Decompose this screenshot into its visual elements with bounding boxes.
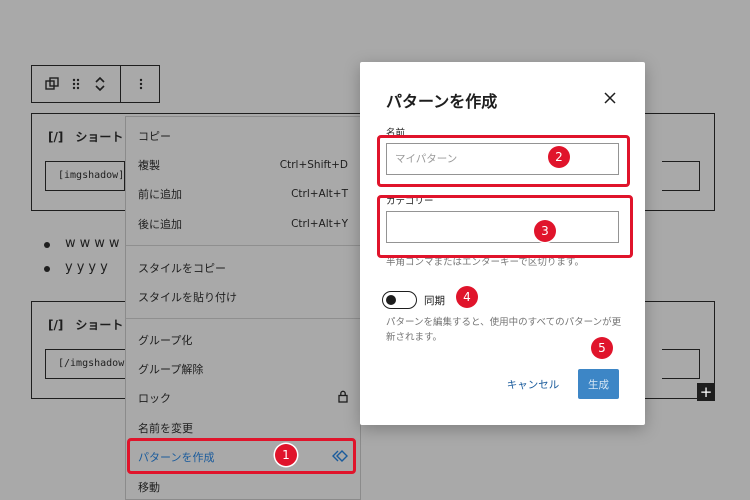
shortcode-icon: [/] [48, 318, 64, 332]
shortcode-input[interactable]: [/imgshadow] [45, 349, 130, 379]
block-toolbar [31, 65, 160, 103]
shortcode-block-title: [/] ショートコ [48, 130, 136, 144]
menu-separator [126, 245, 360, 246]
close-icon [604, 89, 616, 108]
shortcode-icon: [/] [48, 130, 64, 144]
menu-item-insert-before[interactable]: 前に追加 Ctrl+Alt+T [126, 180, 360, 208]
menu-item-copy-styles[interactable]: スタイルをコピー [126, 254, 360, 282]
annotation-box-3 [377, 195, 633, 258]
list-item[interactable]: wwww [44, 236, 124, 260]
create-button[interactable]: 生成 [578, 369, 619, 399]
menu-item-duplicate[interactable]: 複製 Ctrl+Shift+D [126, 151, 360, 179]
annotation-box-1 [127, 438, 356, 474]
toolbar-divider [120, 66, 121, 102]
annotation-badge-1: 1 [275, 444, 297, 466]
move-up-down-icon[interactable] [89, 73, 111, 95]
shortcut-label: Ctrl+Alt+Y [291, 218, 348, 230]
list-item[interactable]: yyyy [44, 260, 124, 284]
cancel-button[interactable]: キャンセル [500, 370, 566, 398]
shortcode-input[interactable]: [imgshadow] [45, 161, 125, 191]
shortcode-input-end[interactable] [662, 349, 700, 379]
sync-label: 同期 [424, 295, 445, 307]
menu-item-copy[interactable]: コピー [126, 122, 360, 150]
menu-separator [126, 318, 360, 319]
shortcut-label: Ctrl+Shift+D [279, 159, 348, 171]
options-icon[interactable] [130, 73, 152, 95]
lock-icon [338, 390, 348, 406]
annotation-badge-5: 5 [591, 337, 613, 359]
shortcode-block-title: [/] ショートコ [48, 318, 136, 332]
annotation-badge-2: 2 [548, 146, 570, 168]
sync-toggle[interactable] [382, 291, 417, 309]
add-block-button[interactable]: + [697, 383, 715, 401]
menu-item-group[interactable]: グループ化 [126, 326, 360, 354]
annotation-badge-4: 4 [456, 286, 478, 308]
shortcode-input-end[interactable] [662, 161, 700, 191]
dialog-title: パターンを作成 [386, 92, 498, 111]
shortcut-label: Ctrl+Alt+T [291, 188, 348, 200]
bullet-list: wwww yyyy [44, 236, 124, 284]
close-button[interactable] [600, 88, 620, 108]
menu-item-paste-styles[interactable]: スタイルを貼り付け [126, 283, 360, 311]
menu-item-lock[interactable]: ロック [126, 384, 360, 412]
annotation-badge-3: 3 [534, 220, 556, 242]
menu-item-ungroup[interactable]: グループ解除 [126, 355, 360, 383]
sync-help: パターンを編集すると、使用中のすべてのパターンが更新されます。 [386, 317, 622, 343]
menu-item-move[interactable]: 移動 [126, 473, 360, 500]
toggle-knob [386, 295, 396, 305]
transform-icon[interactable] [41, 73, 63, 95]
menu-item-insert-after[interactable]: 後に追加 Ctrl+Alt+Y [126, 210, 360, 238]
annotation-box-2 [377, 135, 630, 187]
drag-handle-icon[interactable] [65, 73, 87, 95]
